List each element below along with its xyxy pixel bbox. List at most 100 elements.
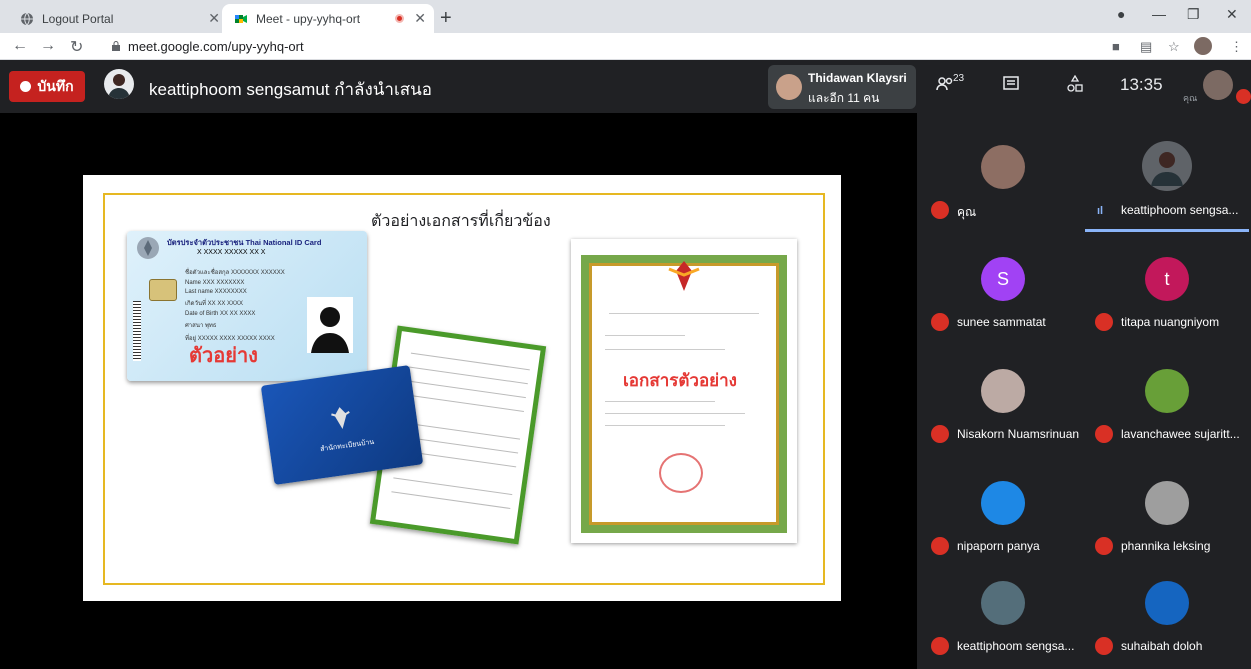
id-card-number: X XXXX XXXXX XX X	[197, 249, 266, 256]
activities-icon[interactable]	[1066, 75, 1084, 93]
id-card-line: Date of Birth XX XX XXXX	[185, 311, 256, 317]
close-tab-icon[interactable]: ✕	[208, 10, 220, 27]
id-card-barcode	[133, 301, 141, 361]
mic-off-icon	[1095, 537, 1113, 555]
profile-avatar-icon[interactable]	[1194, 37, 1212, 55]
participant-avatar	[981, 481, 1025, 525]
participant-name: lavanchawee sujaritt...	[1121, 427, 1240, 441]
close-tab-icon[interactable]: ✕	[414, 10, 426, 27]
camera-indicator-icon[interactable]: ■	[1112, 39, 1120, 54]
participant-name: titapa nuangniyom	[1121, 315, 1220, 329]
close-window-icon[interactable]: ✕	[1226, 6, 1238, 23]
id-card-sample-watermark: ตัวอย่าง	[189, 343, 258, 367]
id-card-line: ชื่อตัวและชื่อสกุล XXXXXXX XXXXXX	[185, 270, 285, 276]
presenter-avatar	[104, 69, 134, 99]
record-dot-icon	[20, 81, 32, 92]
self-avatar	[1203, 70, 1233, 100]
id-card-line: Last name XXXXXXXX	[185, 289, 247, 295]
participant-tile[interactable]: Nisakorn Nuamsrinuan	[921, 345, 1085, 457]
translate-icon[interactable]: ▤	[1140, 39, 1152, 55]
clock: 13:35	[1120, 75, 1163, 94]
record-label: บันทึก	[37, 77, 74, 94]
restore-icon[interactable]: ❐	[1187, 6, 1200, 23]
address-bar: ← → ↻ meet.google.com/upy-yyhq-ort ■ ▤ ☆…	[0, 33, 1251, 60]
mic-off-icon	[931, 637, 949, 655]
participant-avatar	[1145, 369, 1189, 413]
reload-icon[interactable]: ↻	[70, 37, 83, 57]
participant-name: phannika leksing	[1121, 539, 1211, 553]
tab-title: Meet - upy-yyhq-ort	[256, 11, 361, 26]
passbook-image: สำนักทะเบียนบ้าน	[260, 365, 424, 485]
viewer-more: และอีก 11 คน	[808, 91, 880, 105]
participant-avatar	[981, 369, 1025, 413]
minimize-icon[interactable]: —	[1152, 6, 1166, 22]
slide-title: ตัวอย่างเอกสารที่เกี่ยวข้อง	[371, 211, 551, 230]
participant-tile[interactable]: ıl keattiphoom sengsa...	[1085, 121, 1249, 233]
people-icon[interactable]	[936, 75, 954, 93]
passbook-label: สำนักทะเบียนบ้าน	[319, 438, 375, 454]
garuda-emblem-icon	[137, 237, 159, 259]
participant-tile[interactable]: S sunee sammatat	[921, 233, 1085, 345]
participant-tile[interactable]: phannika leksing	[1085, 457, 1249, 569]
slide: ตัวอย่างเอกสารที่เกี่ยวข้อง บัตรประจำตัว…	[83, 175, 841, 601]
mic-off-icon	[931, 201, 949, 219]
url-input[interactable]: meet.google.com/upy-yyhq-ort	[128, 39, 304, 54]
mic-off-icon	[1095, 313, 1113, 331]
id-card-line: Name XXX XXXXXXX	[185, 280, 245, 286]
tab-title: Logout Portal	[42, 11, 114, 26]
participant-name: คุณ	[957, 205, 977, 219]
garuda-emblem-icon	[331, 407, 350, 429]
participant-name: suhaibah doloh	[1121, 639, 1203, 653]
id-card-line: เกิดวันที่ XX XX XXXX	[185, 301, 244, 307]
google-meet-icon	[234, 12, 248, 26]
mic-off-icon	[1236, 89, 1251, 104]
pinned-viewer-chip[interactable]: Thidawan Klaysri และอีก 11 คน	[768, 65, 916, 109]
certificate-sample-watermark: เอกสารตัวอย่าง	[623, 371, 737, 391]
speaking-indicator-icon: ıl	[1097, 205, 1104, 217]
participant-grid: คุณ ıl keattiphoom sengsa... S sunee sam…	[917, 113, 1251, 669]
participant-tile[interactable]: suhaibah doloh	[1085, 557, 1249, 669]
certificate-seal	[659, 453, 703, 493]
new-tab-icon[interactable]: +	[440, 7, 452, 30]
presenter-status: keattiphoom sengsamut กำลังนำเสนอ	[149, 80, 432, 99]
back-icon[interactable]: ←	[12, 37, 28, 55]
profile-dot-icon[interactable]: ●	[1117, 6, 1125, 22]
presentation-stage: ตัวอย่างเอกสารที่เกี่ยวข้อง บัตรประจำตัว…	[0, 113, 917, 669]
id-card-image: บัตรประจำตัวประชาชน Thai National ID Car…	[127, 231, 367, 381]
participant-avatar	[1142, 141, 1192, 191]
garuda-crest-icon	[668, 261, 700, 291]
viewer-avatar	[776, 74, 802, 100]
id-card-header: บัตรประจำตัวประชาชน Thai National ID Car…	[167, 238, 322, 247]
participant-name: keattiphoom sengsa...	[1121, 203, 1239, 217]
id-card-chip	[149, 279, 177, 301]
certificate-image: เอกสารตัวอย่าง	[571, 239, 797, 543]
recording-button[interactable]: บันทึก	[9, 71, 85, 102]
participant-name: sunee sammatat	[957, 315, 1046, 329]
participant-tile[interactable]: keattiphoom sengsa...	[921, 557, 1085, 669]
mic-off-icon	[1095, 637, 1113, 655]
mic-off-icon	[931, 537, 949, 555]
person-silhouette-icon	[307, 297, 353, 353]
chat-icon[interactable]	[1002, 75, 1020, 93]
self-label: คุณ	[1183, 93, 1198, 103]
meet-top-bar: บันทึก keattiphoom sengsamut กำลังนำเสนอ…	[0, 61, 1251, 113]
more-menu-icon[interactable]: ⋮	[1230, 39, 1243, 55]
people-count: 23	[953, 73, 965, 84]
browser-tab-bar: Logout Portal ✕ Meet - upy-yyhq-ort ✕ + …	[0, 0, 1251, 33]
bookmark-star-icon[interactable]: ☆	[1168, 39, 1180, 55]
participant-avatar	[1145, 581, 1189, 625]
mic-off-icon	[1095, 425, 1113, 443]
mic-off-icon	[931, 425, 949, 443]
participant-avatar	[981, 581, 1025, 625]
forward-icon[interactable]: →	[40, 37, 56, 55]
globe-icon	[20, 12, 34, 26]
participant-tile[interactable]: lavanchawee sujaritt...	[1085, 345, 1249, 457]
lock-icon	[112, 41, 120, 51]
participant-avatar: t	[1145, 257, 1189, 301]
participant-tile[interactable]: t titapa nuangniyom	[1085, 233, 1249, 345]
tab-meet[interactable]: Meet - upy-yyhq-ort ✕	[222, 4, 434, 33]
tab-logout-portal[interactable]: Logout Portal ✕	[8, 4, 228, 33]
participant-tile[interactable]: nipaporn panya	[921, 457, 1085, 569]
participant-tile[interactable]: คุณ	[921, 121, 1085, 233]
participant-avatar: S	[981, 257, 1025, 301]
